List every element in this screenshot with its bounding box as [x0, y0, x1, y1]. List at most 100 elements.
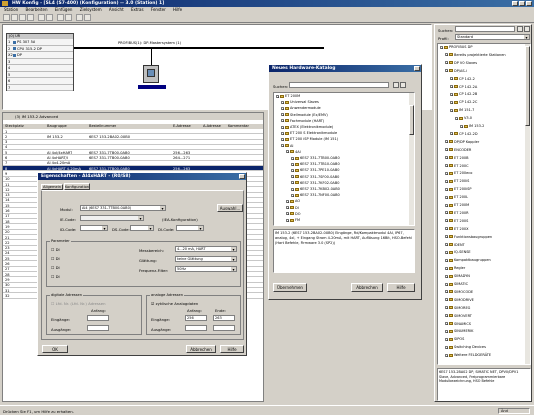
tree-item[interactable]: + CP 142-2A	[450, 85, 477, 90]
selection-close-button[interactable]	[414, 66, 420, 71]
new-icon[interactable]	[3, 14, 10, 21]
expand-icon[interactable]: +	[445, 140, 449, 144]
expand-icon[interactable]: +	[450, 132, 454, 136]
expand-icon[interactable]: +	[450, 92, 454, 96]
tree-item[interactable]: + Weitere FELDGERÄTE	[445, 353, 491, 358]
catalog-search-next-icon[interactable]	[524, 26, 530, 32]
expand-icon[interactable]: +	[445, 61, 449, 65]
expand-icon[interactable]: +	[445, 227, 449, 231]
tree-item[interactable]: + ET 200L	[445, 195, 468, 200]
rack[interactable]: (0) UR 1 PS 307 5A 2 CPU 315-2 DP X2 DP 3 4 5 6 7	[6, 33, 74, 91]
expand-icon[interactable]: +	[445, 322, 449, 326]
expand-icon[interactable]: +	[445, 250, 449, 254]
col-e-adresse[interactable]: E-Adresse	[173, 124, 191, 128]
tree-item[interactable]: + ET 200S	[445, 219, 468, 224]
expand-icon[interactable]: +	[445, 179, 449, 183]
tree-item[interactable]: + SIMODRIVE	[445, 298, 474, 303]
frequenz-select[interactable]: 50Hz	[175, 266, 237, 272]
tree-item[interactable]: + DP V0 Slaves	[445, 61, 477, 66]
tree-item[interactable]: +4AI	[286, 150, 301, 155]
expand-icon[interactable]: +	[281, 137, 285, 141]
expand-icon[interactable]: +	[450, 77, 454, 81]
selection-search-icon[interactable]	[393, 82, 399, 88]
tree-item[interactable]: + Regler	[445, 266, 465, 271]
tree-item[interactable]: + ET 200eco	[445, 171, 472, 176]
tree-item[interactable]: + V3.0	[455, 116, 472, 121]
expand-icon[interactable]: +	[455, 116, 459, 120]
tab-konfiguration[interactable]: Konfiguration	[64, 183, 90, 190]
tree-item[interactable]: + Universal Slaves	[281, 100, 319, 105]
uebernehmen-button[interactable]: Übernehmen	[273, 283, 307, 292]
expand-icon[interactable]: +	[445, 69, 449, 73]
expand-icon[interactable]: +	[281, 119, 285, 123]
selection-search-next-icon[interactable]	[400, 82, 406, 88]
tree-item[interactable]: + IM 151-7	[450, 108, 474, 113]
expand-icon[interactable]: +	[445, 306, 449, 310]
tree-item[interactable]: + ATEX (Elektronikmodule)	[281, 125, 333, 130]
tree-item[interactable]: + Stellmodule (Ex/EMV)	[281, 113, 328, 118]
tree-item[interactable]: + AO	[286, 199, 300, 204]
tree-item[interactable]: + ET 200B	[445, 156, 469, 161]
expand-icon[interactable]: +	[281, 106, 285, 110]
expand-icon[interactable]: +	[445, 243, 449, 247]
expand-icon[interactable]: +	[445, 219, 449, 223]
expand-icon[interactable]: +	[445, 329, 449, 333]
catalog-profile-select[interactable]: Standard	[455, 34, 530, 40]
minimize-button[interactable]	[512, 1, 518, 6]
glaettung-select[interactable]: keine Glättung	[175, 256, 237, 262]
tree-item[interactable]: + SIMATIC	[445, 282, 468, 287]
expand-icon[interactable]: +	[291, 193, 295, 197]
tree-item[interactable]: +6ES7 331-7KB02-0AB0	[291, 187, 340, 192]
expand-icon[interactable]: +	[291, 181, 295, 185]
expand-icon[interactable]: +	[281, 131, 285, 135]
tree-item[interactable]: + Switching Devices	[445, 345, 486, 350]
close-button[interactable]	[526, 1, 532, 6]
tree-item[interactable]: + CP 142-2	[450, 77, 475, 82]
expand-icon[interactable]: +	[281, 144, 285, 148]
catalog-tree-scrollbar[interactable]	[525, 44, 530, 364]
expand-icon[interactable]: +	[445, 282, 449, 286]
expand-icon[interactable]: +	[445, 266, 449, 270]
upload-icon[interactable]	[46, 14, 53, 21]
analog-eingaenge-ende[interactable]: 263	[213, 315, 235, 321]
catalog-tree-scroll-thumb[interactable]	[525, 46, 530, 126]
tree-item[interactable]: + SIPOS	[445, 337, 464, 342]
chk-zyklisch[interactable]: ☑ zyklische Analogdaten	[151, 301, 198, 306]
tree-item[interactable]: + SIMOCODE	[445, 290, 473, 295]
tree-item[interactable]: + Funktionsbaugruppen	[445, 235, 492, 240]
tree-item[interactable]: + Bereits projektierte Stationen	[445, 53, 506, 58]
selection-tree-scrollbar[interactable]	[409, 93, 414, 225]
modul-select[interactable]: AI4 (6ES7 331-7TB00-0AB0)	[80, 205, 166, 211]
expand-icon[interactable]: +	[445, 345, 449, 349]
tree-item[interactable]: + DP/DP Koppler	[445, 140, 479, 145]
messbereich-select[interactable]: 4...20 mA, HART	[175, 246, 237, 252]
properties-close-button[interactable]	[239, 174, 245, 179]
properties-ok-button[interactable]: OK	[42, 345, 68, 353]
selection-cancel-button[interactable]: Abbrechen	[351, 283, 383, 292]
col-a-adresse[interactable]: A-Adresse	[203, 124, 221, 128]
tree-item[interactable]: + SINUMERIK	[445, 329, 473, 334]
expand-icon[interactable]: +	[445, 298, 449, 302]
expand-icon[interactable]: +	[291, 156, 295, 160]
expand-icon[interactable]: +	[286, 218, 290, 222]
tree-item[interactable]: +6ES7 331-7NF00-0AB0	[291, 193, 340, 198]
paste-icon[interactable]	[65, 14, 72, 21]
expand-icon[interactable]: +	[445, 211, 449, 215]
expand-icon[interactable]: +	[281, 113, 285, 117]
save-icon[interactable]	[19, 14, 26, 21]
expand-icon[interactable]: +	[445, 274, 449, 278]
expand-icon[interactable]: +	[445, 258, 449, 262]
menu-station[interactable]: Station	[4, 7, 18, 12]
tree-item[interactable]: + Anwendermodule	[281, 106, 321, 111]
expand-icon[interactable]: +	[286, 212, 290, 216]
expand-icon[interactable]: +	[450, 85, 454, 89]
expand-icon[interactable]: +	[440, 45, 444, 49]
expand-icon[interactable]: +	[445, 53, 449, 57]
param-check-3[interactable]: ☐ DI	[51, 265, 60, 270]
dp-slave-icon[interactable]	[143, 65, 159, 83]
analog-ausgaenge-anfang[interactable]	[185, 325, 207, 331]
expand-icon[interactable]: +	[445, 148, 449, 152]
expand-icon[interactable]: +	[445, 235, 449, 239]
expand-icon[interactable]: +	[460, 124, 464, 128]
menu-bearbeiten[interactable]: Bearbeiten	[26, 7, 48, 12]
